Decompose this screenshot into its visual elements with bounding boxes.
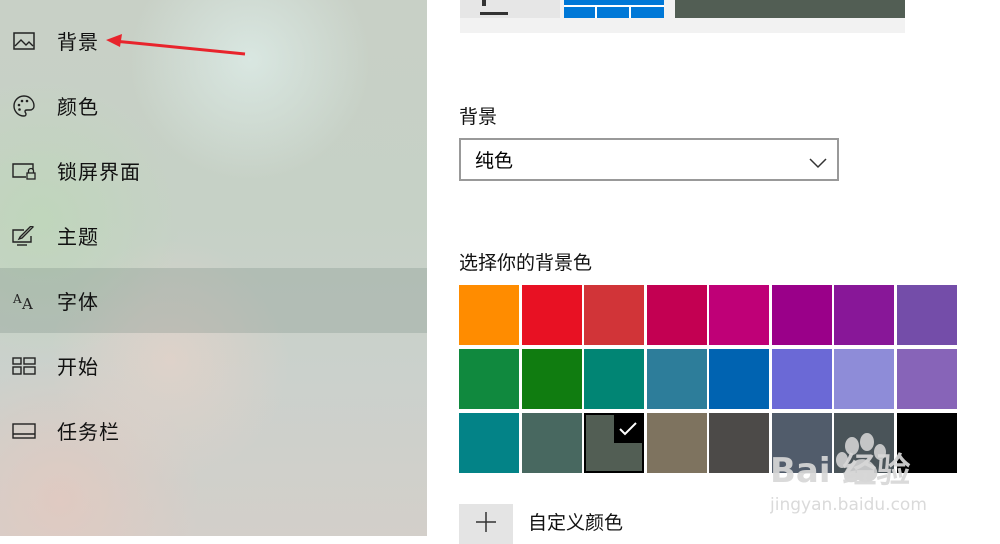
color-swatch[interactable] — [521, 285, 582, 345]
color-swatch[interactable] — [709, 413, 769, 473]
background-label: 背景 — [459, 106, 498, 128]
sidebar-item-label: 颜色 — [57, 95, 99, 119]
color-swatch[interactable] — [459, 349, 519, 409]
theme-brush-icon — [12, 224, 36, 248]
color-swatch-selected[interactable] — [584, 413, 644, 473]
color-swatch[interactable] — [646, 349, 707, 409]
sidebar-item-taskbar[interactable]: 任务栏 — [0, 398, 427, 463]
color-swatch[interactable] — [646, 413, 707, 473]
svg-text:A: A — [21, 295, 33, 311]
sidebar-item-label: 任务栏 — [57, 420, 120, 444]
color-swatch[interactable] — [834, 285, 894, 345]
sidebar-item-themes[interactable]: 主题 — [0, 203, 427, 268]
sidebar-item-label: 主题 — [57, 225, 99, 249]
custom-color-button[interactable] — [459, 504, 513, 544]
checkmark-icon — [614, 415, 642, 443]
taskbar-icon — [12, 419, 36, 443]
annotation-arrow — [106, 34, 246, 56]
sidebar-item-label: 字体 — [57, 290, 99, 314]
lock-screen-icon — [12, 159, 36, 183]
background-type-dropdown[interactable]: 纯色 — [459, 138, 839, 181]
color-swatch[interactable] — [521, 413, 582, 473]
color-swatch[interactable] — [709, 285, 769, 345]
font-icon: AA — [12, 289, 36, 313]
sidebar-item-label: 锁屏界面 — [57, 160, 141, 184]
color-swatch[interactable] — [834, 413, 894, 473]
color-swatch[interactable] — [771, 413, 832, 473]
color-swatch[interactable] — [459, 413, 519, 473]
chevron-down-icon — [809, 152, 827, 174]
palette-icon — [12, 94, 36, 118]
sidebar-item-lock-screen[interactable]: 锁屏界面 — [0, 138, 427, 203]
color-swatch[interactable] — [896, 413, 957, 473]
color-swatch[interactable] — [896, 349, 957, 409]
sidebar-item-colors[interactable]: 颜色 — [0, 73, 427, 138]
plus-icon — [474, 510, 498, 538]
sidebar-item-fonts[interactable]: AA 字体 — [0, 268, 427, 333]
sidebar-item-label: 背景 — [57, 30, 99, 54]
color-swatch[interactable] — [709, 349, 769, 409]
color-swatch[interactable] — [834, 349, 894, 409]
picture-icon — [12, 29, 36, 53]
sidebar-item-start[interactable]: 开始 — [0, 333, 427, 398]
color-swatch[interactable] — [771, 349, 832, 409]
color-swatch[interactable] — [584, 285, 644, 345]
color-swatch[interactable] — [584, 349, 644, 409]
start-grid-icon — [12, 354, 36, 378]
svg-text:A: A — [12, 292, 22, 306]
settings-sidebar: 背景 颜色 锁屏界面 主题 AA 字体 开始 任务栏 — [0, 0, 427, 536]
custom-color-label: 自定义颜色 — [528, 512, 624, 534]
color-swatch[interactable] — [459, 285, 519, 345]
color-swatch[interactable] — [771, 285, 832, 345]
color-swatch[interactable] — [896, 285, 957, 345]
choose-background-color-label: 选择你的背景色 — [459, 252, 593, 274]
color-swatch[interactable] — [521, 349, 582, 409]
background-preview — [460, 0, 905, 33]
color-swatch[interactable] — [646, 285, 707, 345]
sidebar-item-label: 开始 — [57, 355, 99, 379]
watermark-url: jingyan.baidu.com — [770, 495, 927, 515]
dropdown-value: 纯色 — [475, 150, 514, 172]
